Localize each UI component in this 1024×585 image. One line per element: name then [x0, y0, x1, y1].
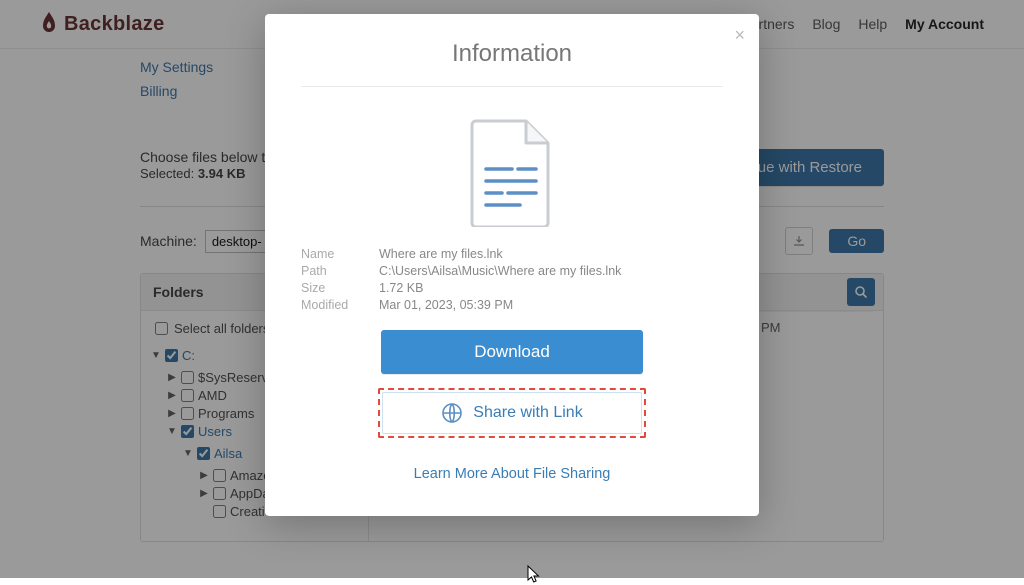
meta-size-val: 1.72 KB	[379, 281, 423, 295]
learn-more-link[interactable]: Learn More About File Sharing	[301, 466, 723, 482]
share-label: Share with Link	[473, 404, 582, 422]
meta-mod-key: Modified	[301, 298, 379, 312]
file-meta: NameWhere are my files.lnk PathC:\Users\…	[301, 247, 723, 312]
close-button[interactable]: ×	[734, 26, 745, 44]
share-button-highlight: Share with Link	[378, 388, 646, 438]
share-with-link-button[interactable]: Share with Link	[382, 392, 642, 434]
download-button[interactable]: Download	[381, 330, 643, 374]
meta-mod-val: Mar 01, 2023, 05:39 PM	[379, 298, 513, 312]
meta-size-key: Size	[301, 281, 379, 295]
file-icon	[301, 117, 723, 227]
globe-icon	[441, 402, 463, 424]
info-modal: × Information NameWhere are my files.lnk…	[265, 14, 759, 516]
meta-name-key: Name	[301, 247, 379, 261]
modal-overlay[interactable]: × Information NameWhere are my files.lnk…	[0, 0, 1024, 578]
meta-path-val: C:\Users\Ailsa\Music\Where are my files.…	[379, 264, 621, 278]
modal-title: Information	[301, 34, 723, 87]
meta-name-val: Where are my files.lnk	[379, 247, 503, 261]
meta-path-key: Path	[301, 264, 379, 278]
